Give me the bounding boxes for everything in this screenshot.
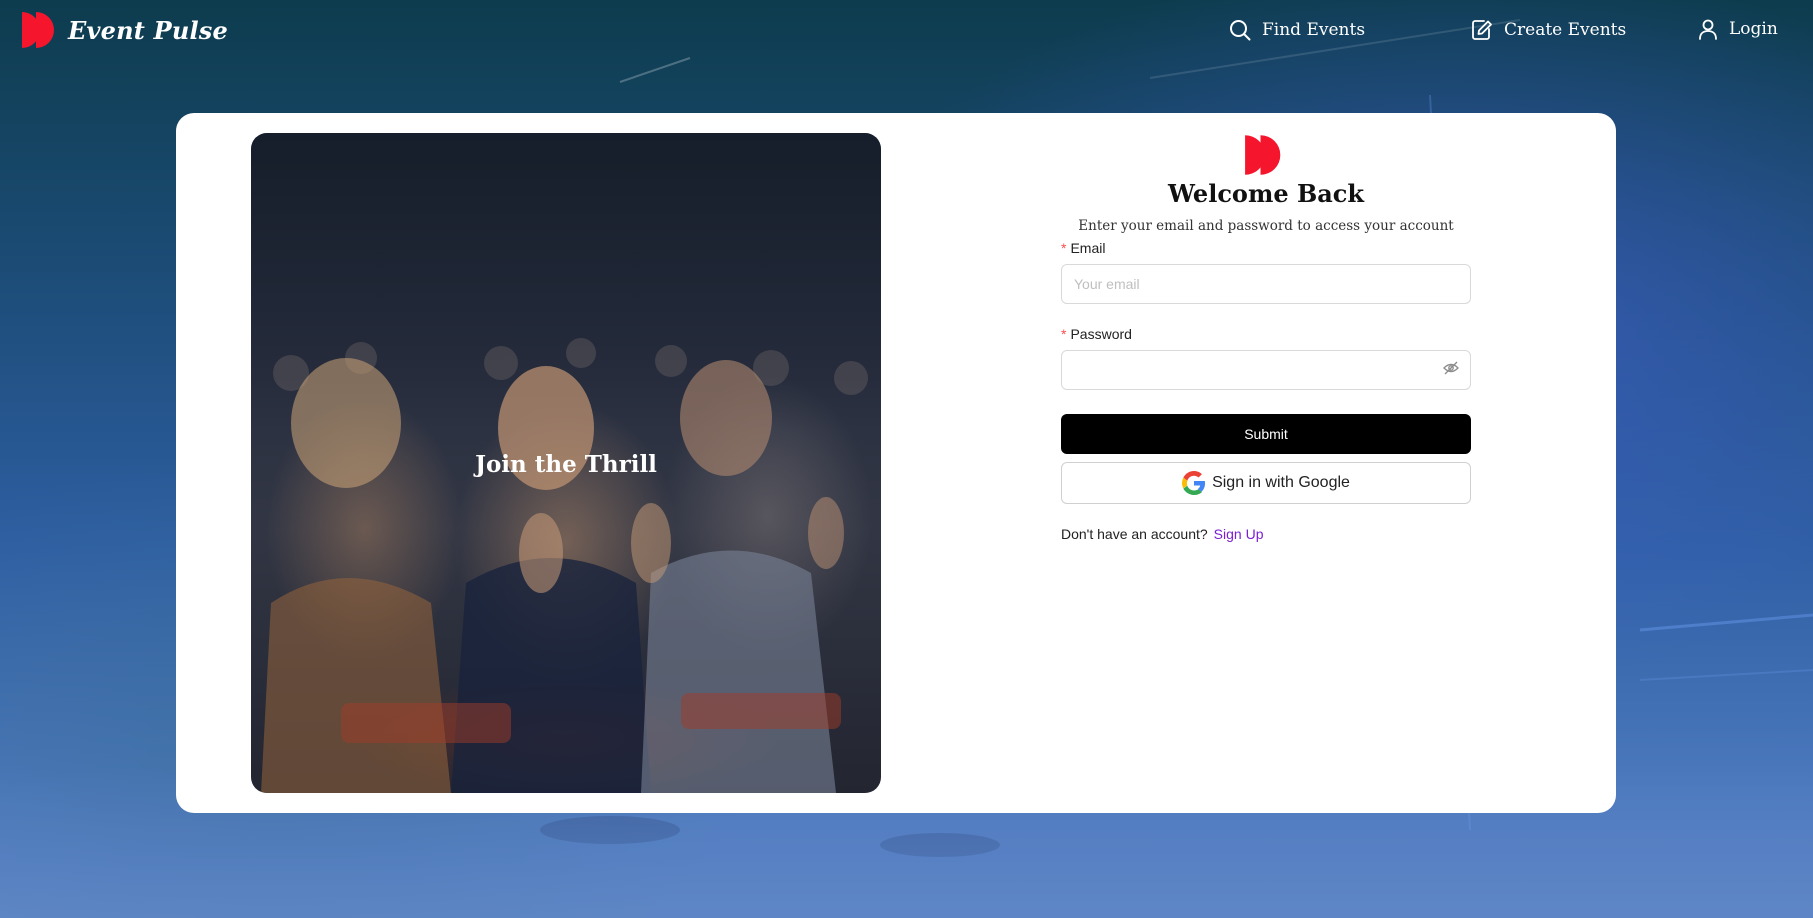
nav-create-events-label: Create Events [1504, 20, 1627, 40]
nav-create-events[interactable]: Create Events [1470, 18, 1626, 42]
event-pulse-logo-icon [22, 12, 54, 48]
google-signin-label: Sign in with Google [1212, 474, 1350, 491]
nav-find-events[interactable]: Find Events [1228, 18, 1365, 42]
password-wrapper [1061, 342, 1471, 390]
login-card: Join the Thrill Welcome Back Enter your … [176, 113, 1616, 813]
required-mark: * [1061, 240, 1067, 256]
password-field[interactable] [1061, 350, 1471, 390]
no-account-text: Don't have an account? [1061, 526, 1208, 542]
signup-link[interactable]: Sign Up [1214, 526, 1264, 542]
submit-button[interactable]: Submit [1061, 414, 1471, 454]
top-navbar: Event Pulse Find Events Create Events Lo… [0, 0, 1813, 60]
email-label: * Email [1061, 240, 1471, 256]
hero-image: Join the Thrill [251, 133, 881, 793]
email-label-text: Email [1070, 240, 1106, 256]
welcome-heading: Welcome Back [1167, 179, 1365, 208]
password-label: * Password [1061, 326, 1471, 342]
required-mark: * [1061, 326, 1067, 342]
email-field[interactable] [1061, 264, 1471, 304]
edit-icon [1472, 20, 1492, 40]
google-signin-button[interactable]: Sign in with Google [1061, 462, 1471, 504]
search-icon [1230, 20, 1251, 41]
hero-title: Join the Thrill [475, 451, 657, 478]
event-pulse-logo-icon [1245, 135, 1281, 175]
nav-find-events-label: Find Events [1262, 20, 1366, 40]
brand-logo[interactable]: Event Pulse [22, 10, 228, 50]
nav-login-label: Login [1729, 19, 1778, 39]
password-label-text: Password [1070, 326, 1132, 342]
nav-login[interactable]: Login [1697, 18, 1778, 40]
welcome-subtitle: Enter your email and password to access … [1078, 218, 1454, 234]
login-form: Welcome Back Enter your email and passwo… [1061, 133, 1471, 542]
user-icon [1699, 19, 1717, 40]
eye-invisible-icon[interactable] [1443, 361, 1459, 375]
google-icon [1182, 471, 1206, 495]
brand-name: Event Pulse [68, 15, 228, 45]
signup-prompt: Don't have an account? Sign Up [1061, 526, 1471, 542]
